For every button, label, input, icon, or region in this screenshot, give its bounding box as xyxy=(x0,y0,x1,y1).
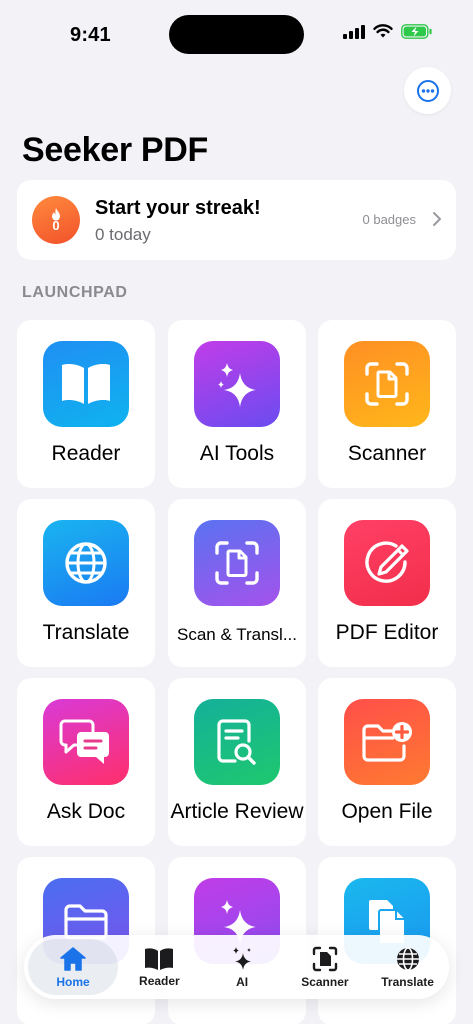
globe-icon xyxy=(65,542,107,584)
tile-label: AI Tools xyxy=(199,442,275,465)
chat-bubbles-icon xyxy=(59,719,109,764)
tab-ai[interactable]: AI xyxy=(201,935,284,999)
book-icon xyxy=(62,364,110,404)
more-options-button[interactable] xyxy=(404,67,451,114)
folder-plus-icon xyxy=(362,722,412,762)
badges-count: 0 badges xyxy=(362,212,417,227)
page-title: Seeker PDF xyxy=(22,131,208,169)
sparkles-icon xyxy=(233,946,252,970)
tile-pdf-editor[interactable]: PDF Editor xyxy=(318,499,456,667)
section-label-launchpad: LAUNCHPAD xyxy=(22,284,128,301)
chevron-right-icon xyxy=(433,212,441,226)
article-review-icon-box xyxy=(194,699,280,785)
tile-reader[interactable]: Reader xyxy=(17,320,155,488)
book-icon xyxy=(145,947,174,970)
pdf-editor-icon-box xyxy=(344,520,430,606)
streak-flame-badge: 0 xyxy=(32,196,80,244)
tab-scanner[interactable]: Scanner xyxy=(284,935,367,999)
tile-ask-doc[interactable]: Ask Doc xyxy=(17,678,155,846)
tile-label: Translate xyxy=(42,621,130,644)
doc-scan-icon xyxy=(312,946,338,971)
streak-subtitle: 0 today xyxy=(95,225,151,244)
tile-label: Scanner xyxy=(347,442,427,465)
cellular-signal-icon xyxy=(343,24,365,39)
doc-scan-icon xyxy=(365,362,409,406)
status-time: 9:41 xyxy=(70,24,111,46)
tab-bar: Home Reader AI Scanner Translate xyxy=(24,935,449,999)
tile-label: Open File xyxy=(341,800,433,823)
tab-label: Reader xyxy=(139,973,180,988)
tab-label: Scanner xyxy=(301,974,349,989)
tab-reader[interactable]: Reader xyxy=(118,935,201,999)
tab-home[interactable]: Home xyxy=(28,939,118,995)
tab-label: Home xyxy=(56,974,90,989)
status-bar: 9:41 xyxy=(0,0,473,60)
tile-scan-translate[interactable]: Scan & Transl... xyxy=(168,499,306,667)
doc-search-icon xyxy=(217,719,256,765)
scanner-icon-box xyxy=(344,341,430,427)
doc-scan-icon xyxy=(215,541,259,585)
tab-label: Translate xyxy=(381,974,434,989)
tile-label: Reader xyxy=(51,442,121,465)
tile-article-review[interactable]: Article Review xyxy=(168,678,306,846)
tile-label: Scan & Transl... xyxy=(177,625,297,644)
tile-label: Article Review xyxy=(170,800,304,823)
translate-icon-box xyxy=(43,520,129,606)
ask-doc-icon-box xyxy=(43,699,129,785)
pencil-circle-icon xyxy=(365,541,409,583)
streak-count: 0 xyxy=(52,218,60,233)
battery-charging-icon xyxy=(401,24,432,39)
tile-ai-tools[interactable]: AI Tools xyxy=(168,320,306,488)
scan-translate-icon-box xyxy=(194,520,280,606)
tile-translate[interactable]: Translate xyxy=(17,499,155,667)
tile-label: Ask Doc xyxy=(46,800,126,823)
streak-title: Start your streak! xyxy=(95,197,261,219)
house-icon xyxy=(60,946,86,971)
status-icons xyxy=(343,24,433,39)
reader-icon-box xyxy=(43,341,129,427)
open-file-icon-box xyxy=(344,699,430,785)
tile-open-file[interactable]: Open File xyxy=(318,678,456,846)
streak-card[interactable]: 0 Start your streak! 0 today 0 badges xyxy=(17,180,456,260)
tab-translate[interactable]: Translate xyxy=(366,935,449,999)
tab-label: AI xyxy=(236,974,249,989)
tile-scanner[interactable]: Scanner xyxy=(318,320,456,488)
wifi-icon xyxy=(373,24,393,38)
ai-tools-icon-box xyxy=(194,341,280,427)
globe-icon xyxy=(396,946,419,971)
dynamic-island xyxy=(169,15,304,54)
tile-label: PDF Editor xyxy=(335,621,439,644)
sparkles-icon xyxy=(218,363,256,407)
ellipsis-circle-icon xyxy=(416,79,439,102)
